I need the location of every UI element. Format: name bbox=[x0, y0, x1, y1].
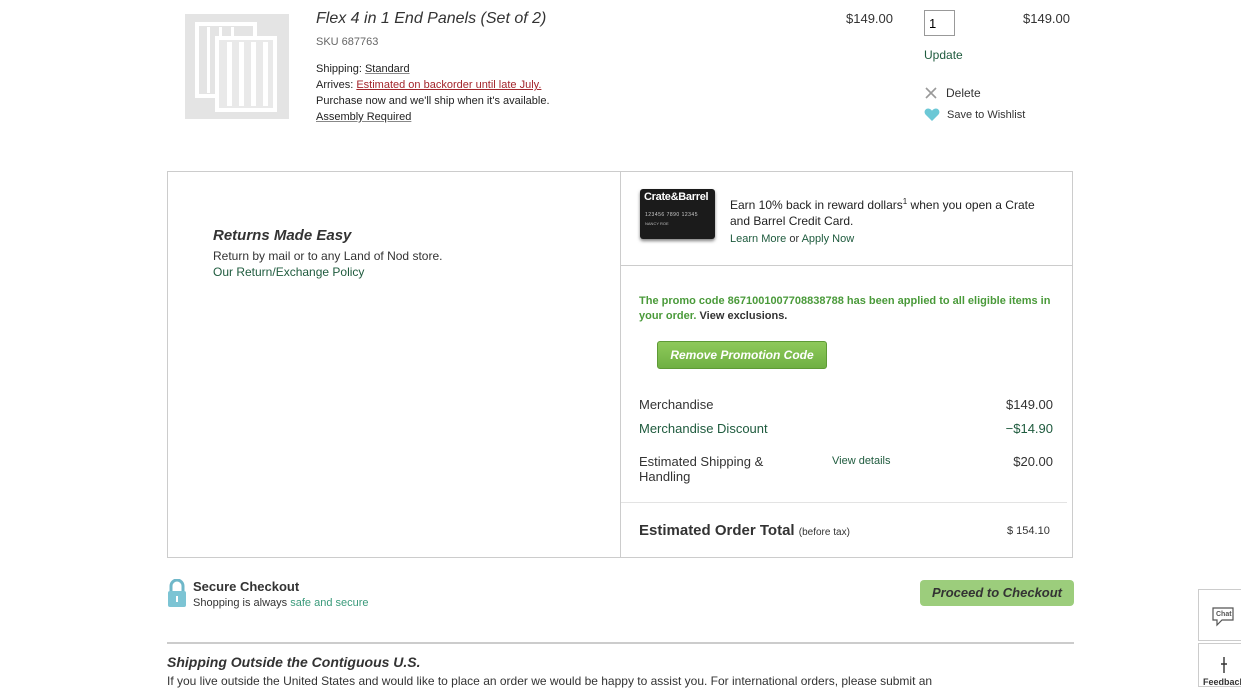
proceed-to-checkout-button[interactable]: Proceed to Checkout bbox=[920, 580, 1074, 606]
divider bbox=[621, 502, 1067, 503]
secure-checkout-title: Secure Checkout bbox=[193, 579, 300, 594]
divider bbox=[167, 642, 1074, 644]
divider bbox=[621, 265, 1072, 266]
returns-title: Returns Made Easy bbox=[213, 227, 352, 244]
product-name[interactable]: Flex 4 in 1 End Panels (Set of 2) bbox=[316, 10, 546, 28]
feedback-label: Feedback bbox=[1203, 677, 1241, 687]
unit-price: $149.00 bbox=[846, 11, 893, 26]
view-details-link[interactable]: View details bbox=[832, 455, 891, 467]
order-total-value: $ 154.10 bbox=[1007, 525, 1050, 537]
heart-icon bbox=[924, 108, 940, 121]
learn-more-link[interactable]: Learn More bbox=[730, 233, 786, 245]
order-total-label: Estimated Order Total (before tax) bbox=[639, 522, 850, 539]
assembly-link[interactable]: Assembly Required bbox=[316, 111, 411, 123]
shipping-value: $20.00 bbox=[1013, 454, 1053, 469]
product-sku: SKU 687763 bbox=[316, 36, 379, 48]
view-exclusions-link[interactable]: View exclusions. bbox=[696, 310, 788, 322]
shipping-label: Shipping: bbox=[316, 63, 362, 75]
discount-value: −$14.90 bbox=[1005, 421, 1053, 436]
shipping-info: Shipping: Standard Arrives: Estimated on… bbox=[316, 61, 550, 125]
credit-card-image: Crate&Barrel 123456 7890 12345 NANCY ROE bbox=[640, 189, 715, 239]
discount-label: Merchandise Discount bbox=[639, 421, 768, 436]
lock-icon bbox=[167, 578, 187, 610]
feedback-icon bbox=[1221, 657, 1227, 673]
backorder-link[interactable]: Estimated on backorder until late July. bbox=[356, 79, 541, 91]
promo-message: The promo code 8671001007708838788 has b… bbox=[639, 295, 1051, 322]
quantity-input[interactable] bbox=[924, 10, 955, 36]
shipping-handling-label: Estimated Shipping & Handling bbox=[639, 454, 764, 484]
credit-offer-text: Earn 10% back in reward dollars1 when yo… bbox=[730, 197, 1035, 228]
feedback-button[interactable]: Feedback bbox=[1198, 643, 1241, 687]
merchandise-value: $149.00 bbox=[1006, 397, 1053, 412]
safe-secure-link[interactable]: safe and secure bbox=[290, 597, 368, 609]
return-policy-link[interactable]: Our Return/Exchange Policy bbox=[213, 265, 364, 279]
line-total: $149.00 bbox=[1023, 11, 1070, 26]
card-number: 123456 7890 12345 bbox=[645, 212, 698, 218]
chat-button[interactable]: Chat bbox=[1198, 589, 1241, 641]
delete-label: Delete bbox=[946, 86, 981, 100]
credit-links: Learn More or Apply Now bbox=[730, 233, 855, 245]
apply-now-link[interactable]: Apply Now bbox=[802, 233, 855, 245]
save-to-wishlist-button[interactable]: Save to Wishlist bbox=[924, 108, 1025, 122]
purchase-note: Purchase now and we'll ship when it's av… bbox=[316, 95, 550, 107]
delete-button[interactable]: Delete bbox=[924, 86, 981, 100]
secure-checkout-subtitle: Shopping is always safe and secure bbox=[193, 597, 369, 609]
chat-label: Chat bbox=[1216, 611, 1232, 618]
outside-us-title: Shipping Outside the Contiguous U.S. bbox=[167, 654, 421, 670]
returns-text: Return by mail or to any Land of Nod sto… bbox=[213, 249, 443, 263]
remove-promotion-button[interactable]: Remove Promotion Code bbox=[657, 341, 827, 369]
close-icon bbox=[925, 87, 937, 99]
outside-us-text: If you live outside the United States an… bbox=[167, 674, 933, 688]
divider bbox=[620, 172, 621, 557]
arrives-label: Arrives: bbox=[316, 79, 354, 91]
merchandise-label: Merchandise bbox=[639, 397, 714, 412]
shipping-method-link[interactable]: Standard bbox=[365, 63, 410, 75]
product-image[interactable] bbox=[185, 14, 289, 119]
card-holder: NANCY ROE bbox=[645, 221, 669, 226]
wishlist-label: Save to Wishlist bbox=[947, 109, 1026, 121]
card-brand: Crate&Barrel bbox=[644, 191, 709, 203]
update-link[interactable]: Update bbox=[924, 48, 963, 62]
